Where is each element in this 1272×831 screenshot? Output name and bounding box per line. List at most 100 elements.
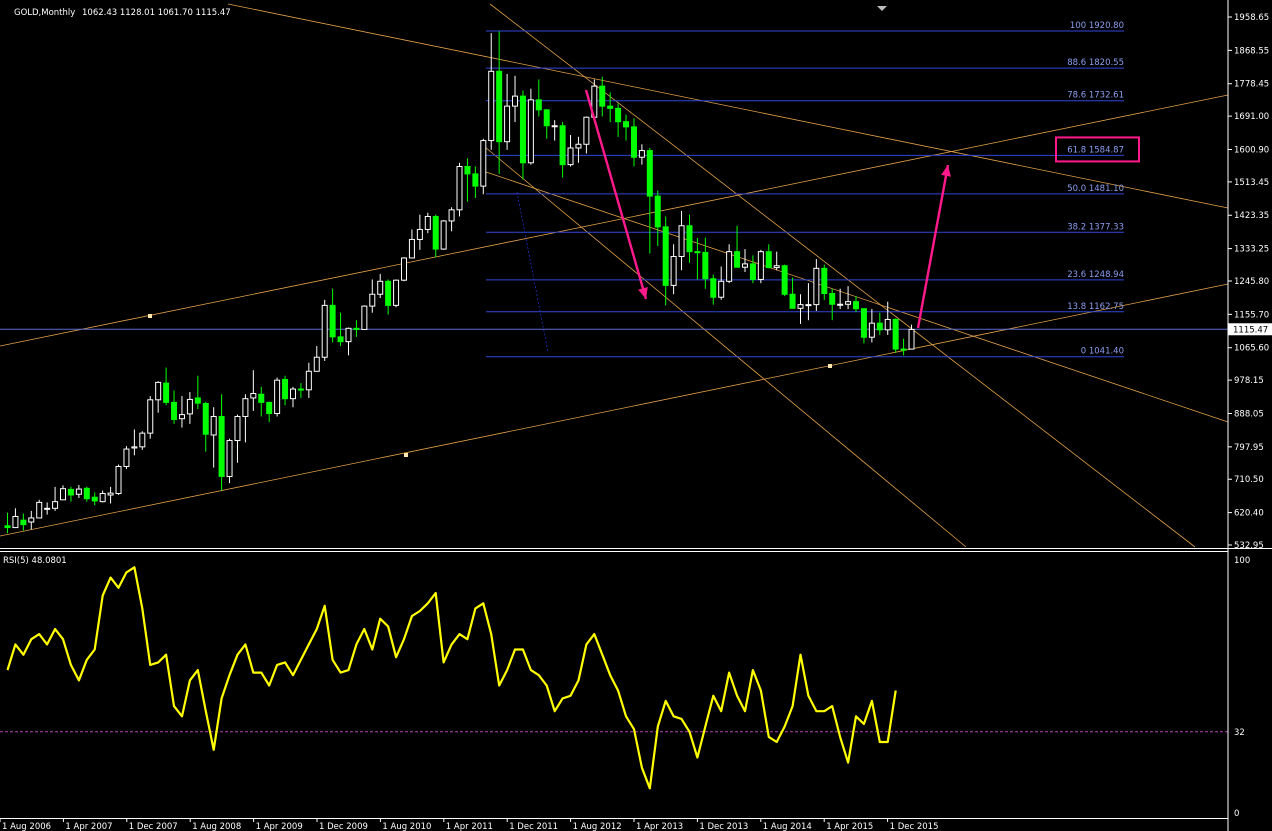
candle-body xyxy=(670,255,677,286)
current-price-tag-label: 1115.47 xyxy=(1233,325,1268,335)
candle-body xyxy=(448,209,455,222)
candle-body xyxy=(289,388,296,400)
candle-body xyxy=(107,492,114,496)
time-tick-label: 1 Aug 2012 xyxy=(573,822,622,831)
candle-body xyxy=(718,280,725,298)
candle-body xyxy=(876,322,883,331)
gold-monthly-chart[interactable]: 100 1920.80 88.6 1820.55 78.6 1732.61 61.8 … xyxy=(0,0,1272,831)
time-tick-label: 1 Aug 2014 xyxy=(763,822,812,831)
candle-body xyxy=(662,226,669,286)
price-tick-label: 1600.90 xyxy=(1234,145,1269,155)
anchor-point xyxy=(404,453,408,457)
candle-body xyxy=(210,415,217,436)
candle-body xyxy=(567,147,574,166)
candle-body xyxy=(480,140,487,187)
candle-body xyxy=(242,398,249,417)
candle-body xyxy=(686,225,693,253)
candle-body xyxy=(186,398,193,415)
candle-body xyxy=(329,304,336,338)
candle-body xyxy=(678,225,685,257)
candle-body xyxy=(726,251,733,282)
time-tick-label: 1 Dec 2009 xyxy=(319,822,368,831)
candle-body xyxy=(12,515,19,529)
candle-body xyxy=(519,95,526,164)
candle-body xyxy=(60,488,67,501)
time-tick-label: 1 Apr 2011 xyxy=(446,822,493,831)
candle-body xyxy=(805,304,812,307)
fib-level-label: 88.6 1820.55 xyxy=(1067,58,1124,68)
candle-body xyxy=(797,304,804,309)
time-tick-label: 1 Apr 2009 xyxy=(256,822,303,831)
candle-body xyxy=(28,517,35,523)
candle-body xyxy=(638,150,645,158)
candle-body xyxy=(512,95,519,107)
price-tick-label: 1691.00 xyxy=(1234,112,1269,122)
fib-level-label: 100 1920.80 xyxy=(1070,21,1124,31)
candle-body xyxy=(853,301,860,310)
price-tick-label: 888.05 xyxy=(1234,409,1264,419)
candle-body xyxy=(908,328,915,350)
candle-body xyxy=(36,501,43,519)
fib-level-label: 78.6 1732.61 xyxy=(1067,91,1124,101)
candle-body xyxy=(83,487,90,500)
time-tick-label: 1 Aug 2006 xyxy=(2,822,51,831)
candle-body xyxy=(551,125,558,128)
candle-body xyxy=(757,251,764,280)
candle-body xyxy=(781,265,788,295)
price-tick-label: 710.50 xyxy=(1234,475,1264,485)
anchor-point xyxy=(828,364,832,368)
candle-body xyxy=(345,327,352,343)
fib-level-label: 61.8 1584.87 xyxy=(1067,145,1124,155)
price-tick-label: 532.95 xyxy=(1234,541,1264,551)
candle-body xyxy=(741,263,748,268)
candle-body xyxy=(44,507,51,510)
rsi-tick-label: 32 xyxy=(1234,728,1245,738)
price-tick-label: 1778.45 xyxy=(1234,80,1269,90)
candle-body xyxy=(575,143,582,149)
candle-body xyxy=(868,322,875,338)
candle-body xyxy=(773,265,780,269)
price-tick-label: 1333.25 xyxy=(1234,245,1269,255)
candle-body xyxy=(313,356,320,372)
candle-body xyxy=(702,251,709,280)
candle-body xyxy=(710,278,717,298)
candle-body xyxy=(821,267,828,295)
candle-body xyxy=(646,150,653,197)
candle-body xyxy=(829,293,836,305)
candle-body xyxy=(250,393,257,399)
ohlc-readout: 1062.43 1128.01 1061.70 1115.47 xyxy=(82,8,231,18)
candle-body xyxy=(734,251,741,268)
candle-body xyxy=(163,382,170,403)
anchor-point xyxy=(148,314,152,318)
candle-body xyxy=(599,85,606,107)
fib-level-label: 50.0 1481.10 xyxy=(1067,184,1124,194)
price-tick-label: 978.15 xyxy=(1234,376,1264,386)
candle-body xyxy=(91,496,98,502)
candle-body xyxy=(630,126,637,158)
candle-body xyxy=(496,70,503,143)
candle-body xyxy=(749,263,756,280)
candle-body xyxy=(234,415,241,442)
candle-body xyxy=(274,379,281,415)
candle-body xyxy=(194,397,201,404)
candle-body xyxy=(504,105,511,143)
candle-body xyxy=(892,318,899,350)
price-tick-label: 1958.65 xyxy=(1234,13,1269,23)
candle-body xyxy=(464,165,471,175)
candle-body xyxy=(654,195,661,228)
candle-body xyxy=(155,381,162,401)
candle-body xyxy=(75,488,82,495)
candle-body xyxy=(401,257,407,281)
candle-body xyxy=(202,403,209,435)
candle-body xyxy=(416,228,423,240)
candle-body xyxy=(171,401,178,420)
candle-body xyxy=(218,415,225,477)
candle-body xyxy=(440,220,447,250)
candle-body xyxy=(361,305,368,330)
candle-body xyxy=(884,318,891,331)
candle-body xyxy=(456,165,463,211)
fib-level-label: 0 1041.40 xyxy=(1081,347,1124,357)
candle-body xyxy=(4,525,11,529)
symbol-label: GOLD,Monthly xyxy=(14,8,75,18)
candle-body xyxy=(432,215,439,250)
